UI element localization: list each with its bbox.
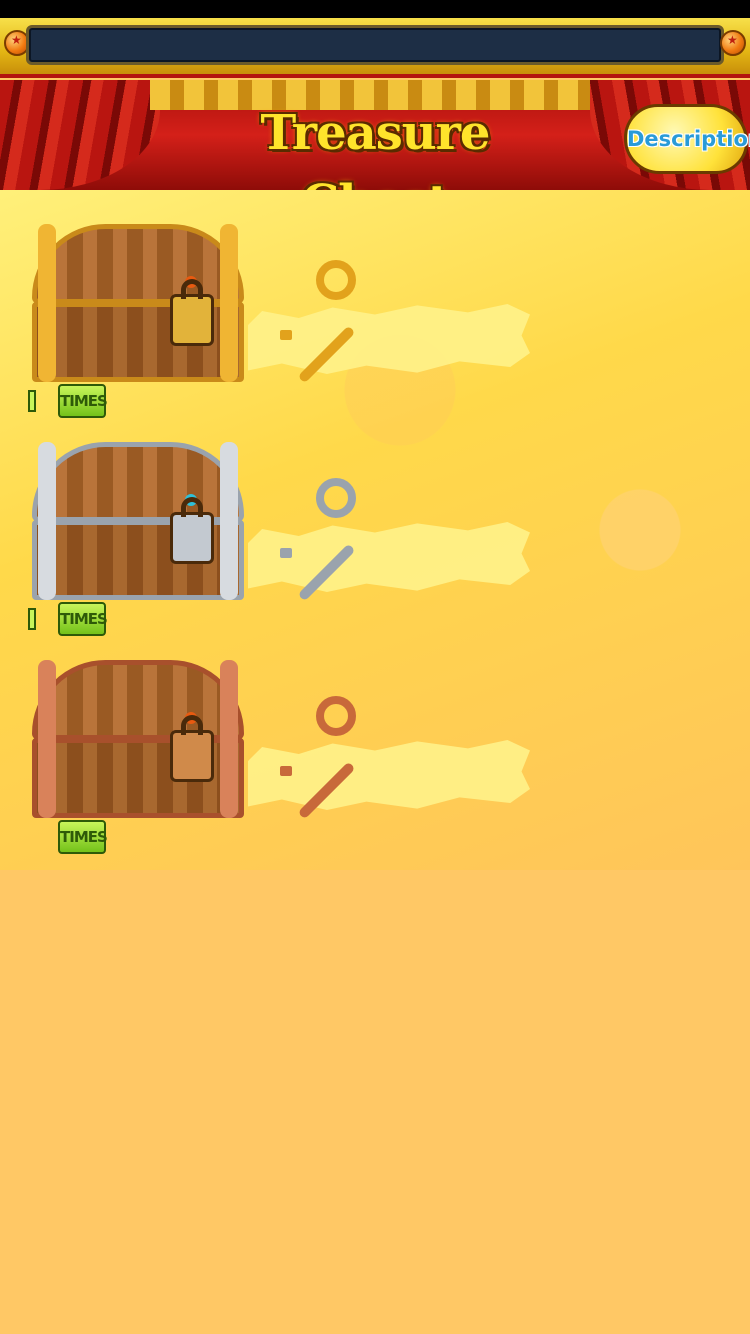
chest-band [220, 660, 238, 818]
empty-area [0, 870, 750, 1334]
padlock-icon [170, 279, 214, 346]
padlock-icon [170, 497, 214, 564]
chest-list: TIMES TIMES TIMES [0, 190, 750, 870]
key-tooth [280, 766, 292, 776]
key-bow [316, 260, 356, 300]
chest-lid [32, 224, 244, 304]
chest-band [38, 442, 56, 600]
top-frame [0, 18, 750, 78]
padlock-icon [170, 715, 214, 782]
dragon-ball-icon-right [720, 30, 746, 56]
status-bar [0, 0, 750, 18]
times-label: TIMES [58, 820, 108, 854]
chest-row-silver[interactable]: TIMES [0, 442, 750, 642]
key-tooth [280, 548, 292, 558]
times-text: TIMES [60, 392, 108, 410]
chest-band [38, 660, 56, 818]
silver-key-icon [272, 478, 362, 602]
gold-key-icon [272, 260, 362, 384]
silver-chest[interactable] [32, 442, 244, 600]
curtain-left [0, 80, 160, 190]
times-text: TIMES [60, 610, 108, 628]
chest-lid [32, 660, 244, 740]
chest-lid [32, 442, 244, 522]
times-text: TIMES [60, 828, 108, 846]
count-tick [28, 608, 36, 630]
key-bow [316, 478, 356, 518]
banner-title: Treasure Chest [260, 105, 491, 190]
chest-row-bronze[interactable]: TIMES [0, 660, 750, 860]
bronze-chest[interactable] [32, 660, 244, 818]
chest-row-gold[interactable]: TIMES [0, 224, 750, 424]
times-label: TIMES [58, 384, 108, 418]
description-button[interactable]: Description [624, 104, 750, 174]
description-label: Description [627, 127, 750, 151]
chest-band [220, 442, 238, 600]
count-tick [28, 390, 36, 412]
title-plate [26, 25, 724, 65]
key-tooth [280, 330, 292, 340]
key-bow [316, 696, 356, 736]
times-label: TIMES [58, 602, 108, 636]
chest-band [220, 224, 238, 382]
chest-band [38, 224, 56, 382]
bronze-key-icon [272, 696, 362, 820]
gold-chest[interactable] [32, 224, 244, 382]
